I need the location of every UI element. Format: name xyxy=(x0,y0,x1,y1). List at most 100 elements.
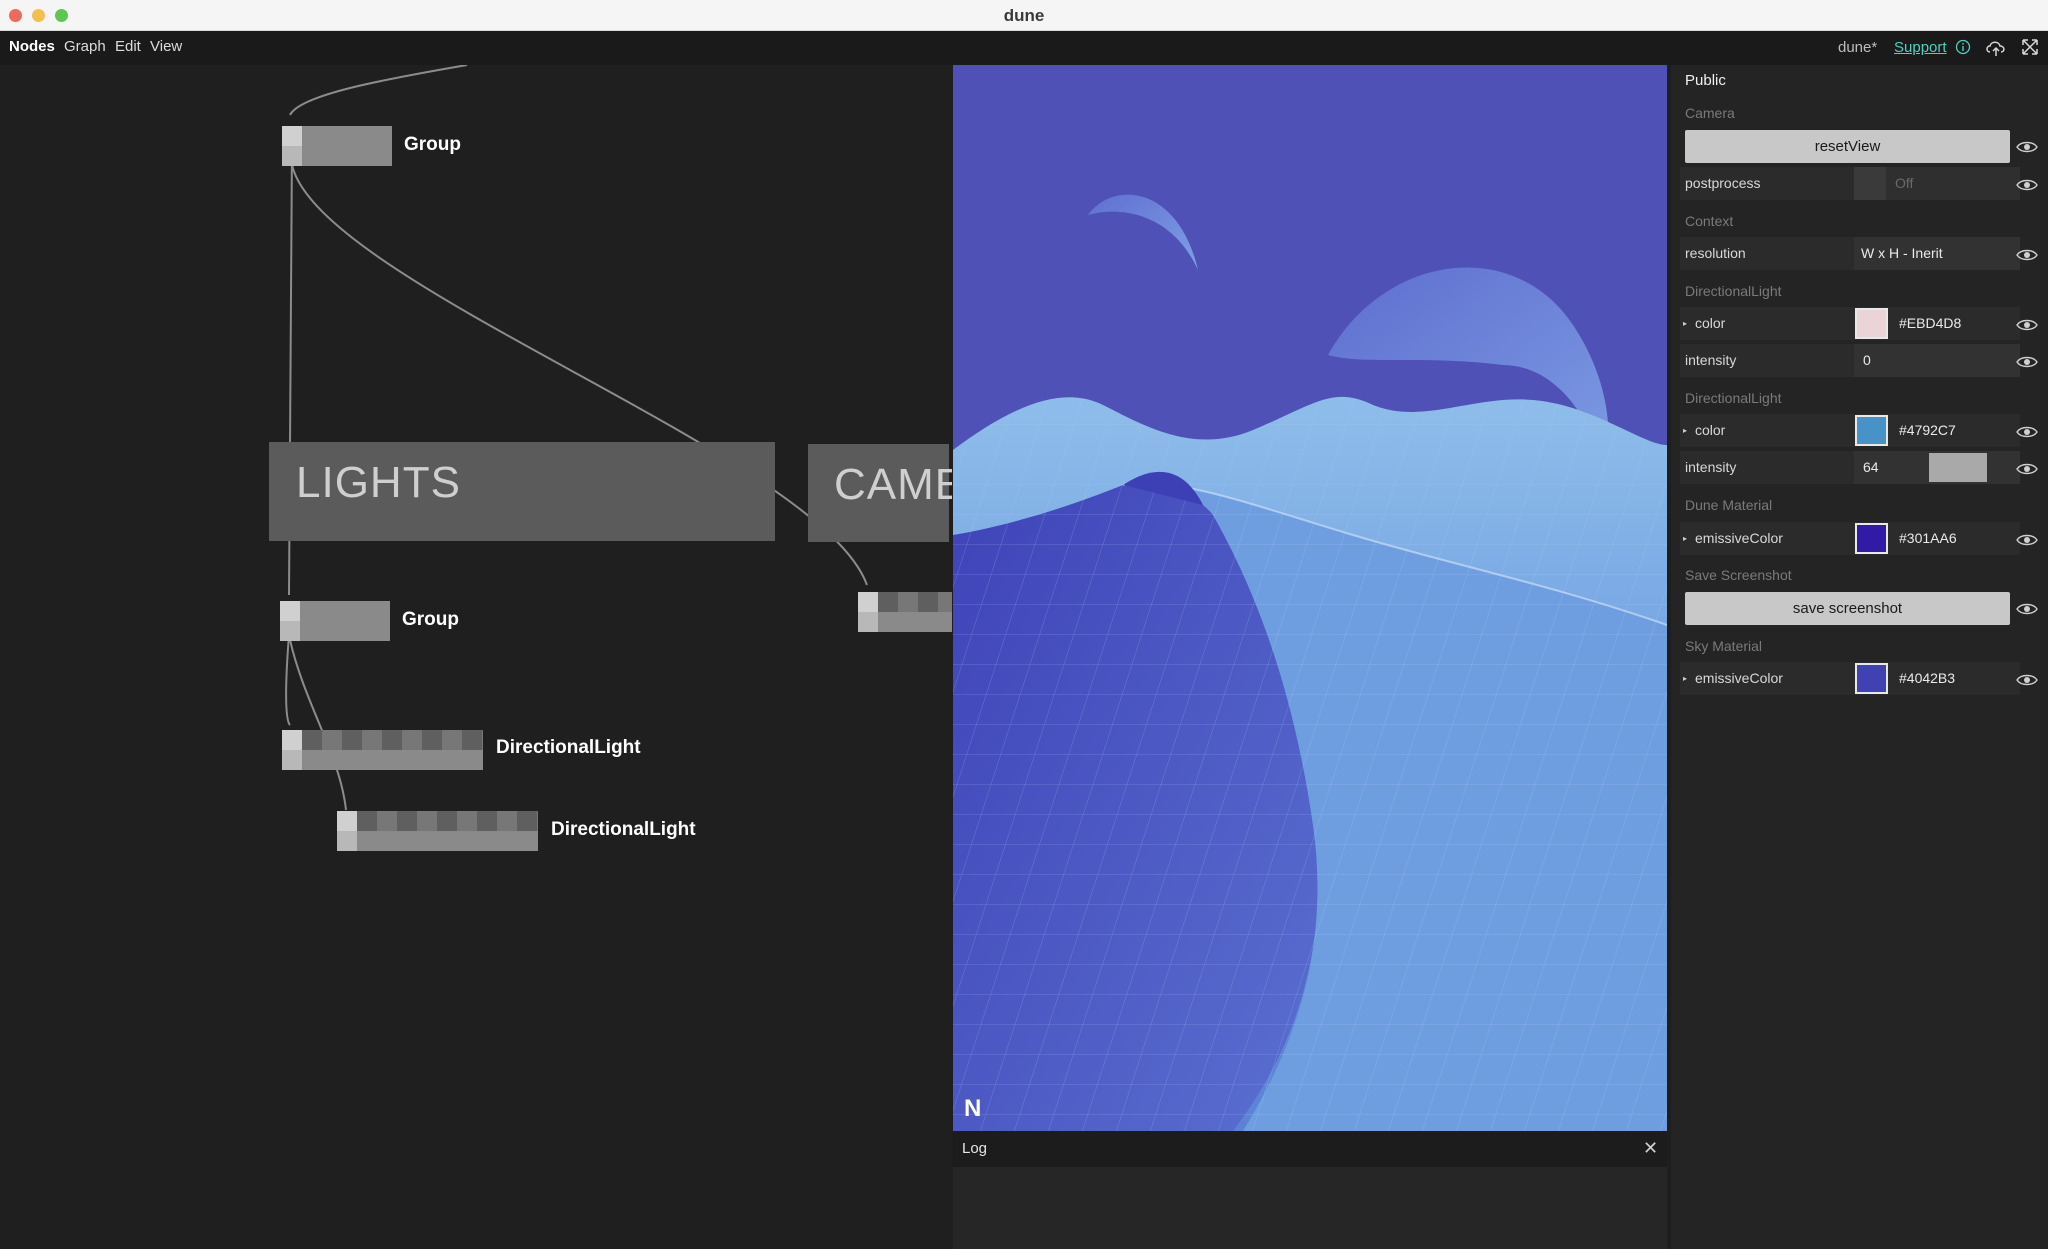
menu-view[interactable]: View xyxy=(150,38,182,55)
reset-view-button[interactable]: resetView xyxy=(1685,130,2010,163)
node-label: Group xyxy=(404,134,461,155)
eye-icon[interactable] xyxy=(2016,462,2038,476)
color-swatch[interactable] xyxy=(1855,415,1888,446)
comment-camera[interactable]: CAME xyxy=(808,444,952,542)
color-label: color xyxy=(1695,315,1726,331)
color-value[interactable]: #4792C7 xyxy=(1899,422,1956,438)
log-panel: Log ✕ xyxy=(953,1131,1667,1249)
app-logo: N xyxy=(964,1095,982,1122)
section-save-screenshot: Save Screenshot xyxy=(1685,567,1792,583)
menu-nodes[interactable]: Nodes xyxy=(9,38,55,55)
color-value[interactable]: #EBD4D8 xyxy=(1899,315,1961,331)
log-header: Log ✕ xyxy=(953,1131,1667,1167)
node-group[interactable] xyxy=(280,601,390,641)
wire xyxy=(285,634,291,726)
node-param-strip xyxy=(878,592,952,612)
intensity-value: 64 xyxy=(1863,459,1879,475)
wire xyxy=(289,639,347,811)
node-graph-canvas[interactable]: LIGHTS CAME Group Group DirectionalLight… xyxy=(0,65,952,1249)
color-value[interactable]: #301AA6 xyxy=(1899,530,1957,546)
intensity-value: 0 xyxy=(1863,352,1871,368)
info-icon[interactable] xyxy=(1955,39,1971,60)
section-context: Context xyxy=(1685,213,1734,229)
eye-icon[interactable] xyxy=(2016,248,2038,262)
resolution-select[interactable]: W x H - Inerit xyxy=(1854,237,2020,270)
emissive-color-label: emissiveColor xyxy=(1695,530,1783,546)
dirlight1-color-row: ▸ color #EBD4D8 xyxy=(1680,307,2020,340)
graph-wires xyxy=(285,65,868,811)
postprocess-value: Off xyxy=(1895,175,1914,191)
node-param-strip xyxy=(357,811,538,831)
node-input-port[interactable] xyxy=(858,592,878,612)
node-input-port[interactable] xyxy=(282,126,302,146)
expand-triangle-icon[interactable]: ▸ xyxy=(1683,426,1687,435)
support-link[interactable]: Support xyxy=(1894,39,1947,56)
eye-icon[interactable] xyxy=(2016,533,2038,547)
postprocess-label: postprocess xyxy=(1685,175,1761,191)
expand-triangle-icon[interactable]: ▸ xyxy=(1683,319,1687,328)
node-group[interactable] xyxy=(282,126,392,166)
section-dune-material: Dune Material xyxy=(1685,497,1773,513)
eye-icon[interactable] xyxy=(2016,425,2038,439)
menu-edit[interactable]: Edit xyxy=(115,38,141,55)
color-value[interactable]: #4042B3 xyxy=(1899,670,1955,686)
dirlight1-intensity-row: intensity 0 xyxy=(1680,344,2020,377)
dirlight2-color-row: ▸ color #4792C7 xyxy=(1680,414,2020,447)
toggle-knob[interactable] xyxy=(1854,167,1886,200)
dune-emissive-row: ▸ emissiveColor #301AA6 xyxy=(1680,522,2020,555)
small-moon xyxy=(1088,194,1198,270)
node-label: DirectionalLight xyxy=(496,737,641,758)
node-camera[interactable] xyxy=(858,592,952,632)
inspector-title: Public xyxy=(1685,72,1726,89)
log-title: Log xyxy=(962,1140,988,1157)
eye-icon[interactable] xyxy=(2016,178,2038,192)
section-sky-material: Sky Material xyxy=(1685,638,1763,654)
fullscreen-icon[interactable] xyxy=(2021,38,2039,61)
close-icon[interactable]: ✕ xyxy=(1643,1138,1658,1159)
slider-fill[interactable] xyxy=(1929,453,1987,482)
menu-graph[interactable]: Graph xyxy=(64,38,106,55)
dirlight2-intensity-row: intensity 64 xyxy=(1680,451,2020,484)
eye-icon[interactable] xyxy=(2016,140,2038,154)
section-camera: Camera xyxy=(1685,105,1735,121)
expand-triangle-icon[interactable]: ▸ xyxy=(1683,534,1687,543)
dune-scene xyxy=(953,194,1667,1131)
comment-label: CAME xyxy=(834,460,952,509)
intensity-label: intensity xyxy=(1685,352,1737,368)
sky-emissive-row: ▸ emissiveColor #4042B3 xyxy=(1680,662,2020,695)
color-swatch[interactable] xyxy=(1855,663,1888,694)
eye-icon[interactable] xyxy=(2016,355,2038,369)
postprocess-row: postprocess Off xyxy=(1680,167,2020,200)
eye-icon[interactable] xyxy=(2016,602,2038,616)
expand-triangle-icon[interactable]: ▸ xyxy=(1683,674,1687,683)
title-bar: dune xyxy=(0,0,2048,31)
eye-icon[interactable] xyxy=(2016,673,2038,687)
postprocess-toggle[interactable]: Off xyxy=(1854,167,2020,200)
project-name: dune* xyxy=(1838,39,1878,56)
node-directional-light[interactable] xyxy=(337,811,538,851)
menu-bar: Nodes Graph Edit View dune* Support xyxy=(0,31,2048,65)
node-label: Group xyxy=(402,609,459,630)
resolution-value: W x H - Inerit xyxy=(1861,245,1943,261)
render-viewport[interactable]: N xyxy=(953,65,1667,1131)
section-directional-light: DirectionalLight xyxy=(1685,283,1782,299)
save-screenshot-button[interactable]: save screenshot xyxy=(1685,592,2010,625)
node-directional-light[interactable] xyxy=(282,730,483,770)
window-title: dune xyxy=(1003,6,1045,25)
color-swatch[interactable] xyxy=(1855,308,1888,339)
node-input-port[interactable] xyxy=(280,601,300,621)
intensity-slider[interactable]: 0 xyxy=(1854,344,2020,377)
color-label: color xyxy=(1695,422,1726,438)
wire xyxy=(289,65,468,116)
eye-icon[interactable] xyxy=(2016,318,2038,332)
color-swatch[interactable] xyxy=(1855,523,1888,554)
emissive-color-label: emissiveColor xyxy=(1695,670,1783,686)
node-input-port[interactable] xyxy=(282,730,302,750)
intensity-label: intensity xyxy=(1685,459,1737,475)
comment-lights[interactable]: LIGHTS xyxy=(269,442,775,541)
app-window: dune Nodes Graph Edit View dune* Support… xyxy=(0,0,2048,1249)
cloud-upload-icon[interactable] xyxy=(1985,38,2007,63)
comment-label: LIGHTS xyxy=(296,458,461,507)
intensity-slider[interactable]: 64 xyxy=(1854,451,2020,484)
node-input-port[interactable] xyxy=(337,811,357,831)
